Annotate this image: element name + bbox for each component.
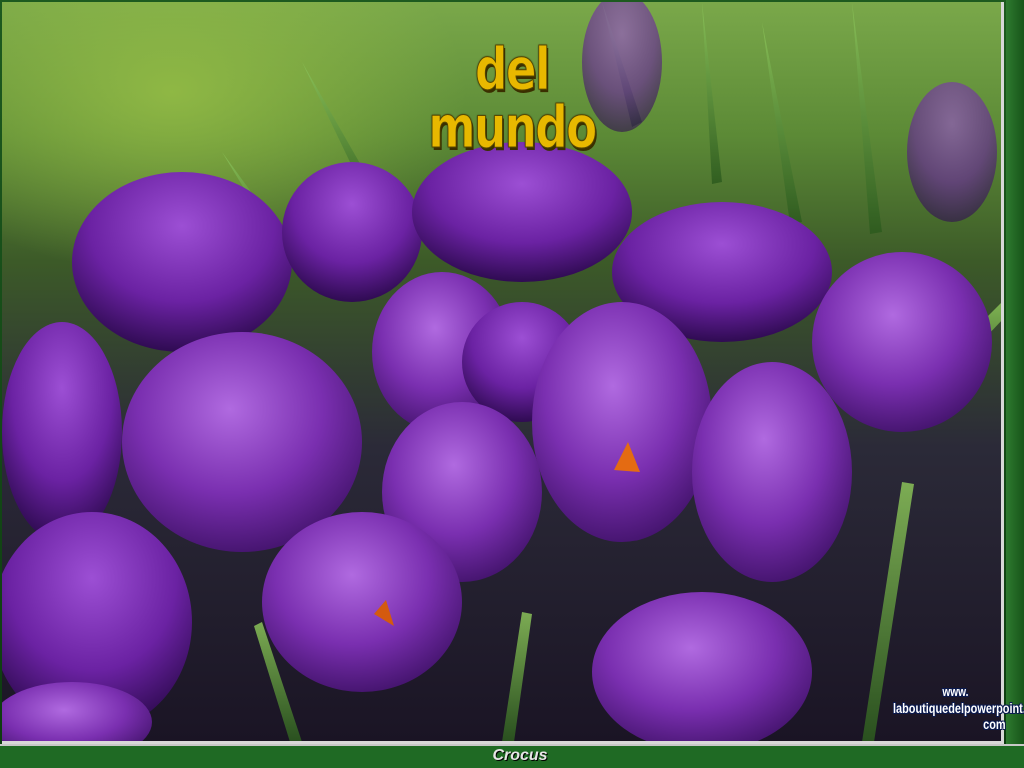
- watermark-line-2: laboutiquedelpowerpoint.: [893, 700, 1024, 716]
- watermark-line-1: www.: [942, 684, 969, 699]
- slide: del mundo www. laboutiquedelpowerpoint. …: [0, 0, 1024, 768]
- watermark-line-3: com: [983, 716, 1006, 732]
- caption-bar: Crocus: [0, 744, 1024, 768]
- watermark: www. laboutiquedelpowerpoint. com: [893, 684, 1024, 732]
- caption-text: Crocus: [492, 747, 548, 764]
- slide-title: del mundo: [428, 35, 598, 161]
- slide-right-border: [1006, 0, 1024, 744]
